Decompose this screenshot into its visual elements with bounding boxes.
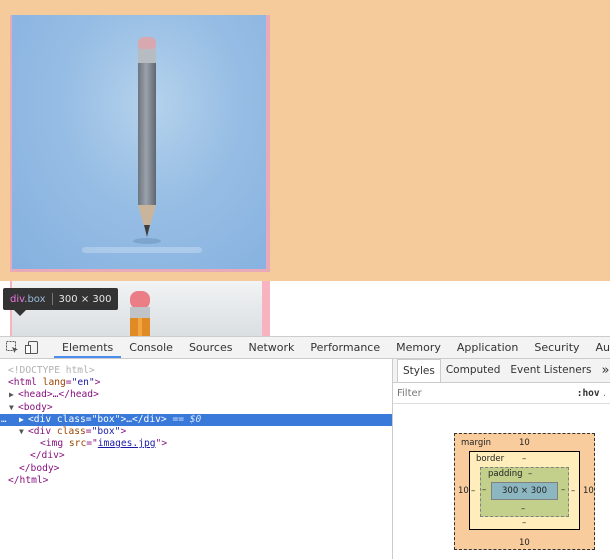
pencil-icon (133, 37, 161, 244)
watermark (82, 247, 202, 253)
toolbar-overflow: . (602, 387, 606, 399)
box-model-padding[interactable]: padding – – – – 300 × 300 (480, 467, 569, 517)
tooltip-size: 300 × 300 (58, 293, 112, 305)
pencil-icon (130, 291, 150, 336)
tab-elements[interactable]: Elements (54, 337, 122, 358)
padding-label: padding (488, 469, 523, 479)
tab-memory[interactable]: Memory (388, 337, 449, 358)
dom-node-div-close[interactable]: </div> (0, 450, 392, 462)
border-right-value[interactable]: – (571, 486, 575, 496)
filter-row: :hov . (393, 383, 610, 404)
expand-triangle-icon[interactable]: ▶ (9, 389, 18, 401)
dom-node-html-close[interactable]: </html> (0, 475, 392, 487)
tab-sources[interactable]: Sources (181, 337, 241, 358)
collapse-triangle-icon[interactable]: ▼ (19, 426, 28, 438)
tab-audits[interactable]: Audits (588, 337, 610, 358)
box-model-margin[interactable]: margin 10 10 10 10 border – – – – paddin… (454, 433, 595, 550)
margin-top-value[interactable]: 10 (519, 438, 530, 448)
tab-network[interactable]: Network (240, 337, 302, 358)
box-model-content[interactable]: 300 × 300 (491, 482, 558, 500)
tab-console[interactable]: Console (121, 337, 181, 358)
inspect-element-icon[interactable] (6, 341, 19, 355)
page-viewport: div.box 300 × 300 (0, 0, 610, 336)
expand-triangle-icon[interactable]: ▶ (19, 414, 28, 426)
collapse-triangle-icon[interactable]: ▼ (9, 402, 18, 414)
dom-node-div[interactable]: ▼ <div class="box"> (0, 426, 392, 438)
dom-node-body[interactable]: ▼ <body> (0, 402, 392, 414)
tab-application[interactable]: Application (449, 337, 526, 358)
tab-event-listeners[interactable]: Event Listeners (505, 359, 596, 382)
hov-toggle[interactable]: :hov (577, 388, 600, 399)
styles-tabbar: Styles Computed Event Listeners » (393, 359, 610, 383)
dom-node-html[interactable]: <html lang="en"> (0, 377, 392, 389)
border-label: border (476, 454, 505, 464)
devtools-toolbar: Elements Console Sources Network Perform… (0, 337, 610, 359)
dom-tree: <!DOCTYPE html> <html lang="en"> ▶ <head>… (0, 359, 392, 559)
tab-computed[interactable]: Computed (441, 359, 506, 382)
dom-node-doctype[interactable]: <!DOCTYPE html> (0, 365, 392, 377)
padding-right-value[interactable]: – (561, 485, 565, 495)
padding-left-value[interactable]: – (482, 485, 486, 495)
styles-filter-input[interactable] (397, 387, 517, 399)
dom-node-img[interactable]: <img src="images.jpg"> (0, 438, 392, 450)
margin-left-value[interactable]: 10 (458, 486, 469, 496)
tooltip-class: .box (24, 293, 46, 305)
tab-performance[interactable]: Performance (302, 337, 388, 358)
tooltip-tag: div (10, 293, 25, 305)
box-model-border[interactable]: border – – – – padding – – – – 300 × 300 (469, 451, 580, 530)
margin-right-value[interactable]: 10 (583, 486, 594, 496)
devtools-panel: Elements Console Sources Network Perform… (0, 336, 610, 559)
border-left-value[interactable]: – (471, 486, 475, 496)
border-top-value[interactable]: – (522, 454, 526, 464)
padding-bottom-value[interactable]: – (521, 504, 525, 514)
tooltip-divider (51, 293, 53, 305)
styles-sidebar: Styles Computed Event Listeners » :hov .… (393, 359, 610, 559)
dom-node-head[interactable]: ▶ <head>…</head> (0, 389, 392, 401)
margin-label: margin (461, 438, 491, 448)
device-toolbar-icon[interactable] (25, 341, 38, 355)
inspect-tooltip: div.box 300 × 300 (3, 288, 119, 310)
padding-top-value[interactable]: – (528, 469, 532, 479)
tab-security[interactable]: Security (526, 337, 587, 358)
dom-node-div-selected[interactable]: … ▶ <div class="box">…</div> == $0 (0, 413, 392, 426)
tooltip-arrow (14, 310, 26, 316)
dom-node-body-close[interactable]: </body> (0, 463, 392, 475)
tab-styles[interactable]: Styles (397, 359, 441, 382)
more-tabs-icon[interactable]: » (597, 359, 610, 382)
img-src-link[interactable]: images.jpg (98, 438, 156, 449)
margin-bottom-value[interactable]: 10 (519, 538, 530, 548)
more-dots-icon[interactable]: … (1, 414, 6, 426)
pencil-image-blue (12, 15, 266, 269)
border-bottom-value[interactable]: – (522, 518, 526, 528)
